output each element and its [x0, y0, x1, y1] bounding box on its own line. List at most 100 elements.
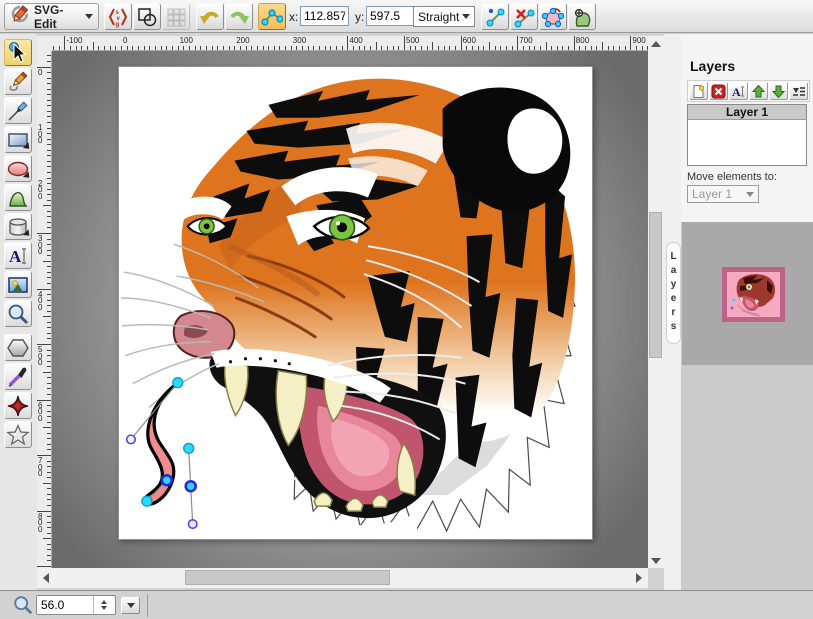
ruler-tick-label: 3 0 0 — [38, 236, 42, 256]
layer-up-button[interactable] — [749, 82, 768, 100]
move-target-select[interactable]: Layer 1 — [687, 185, 759, 203]
new-layer-icon — [691, 84, 706, 99]
delete-layer-button[interactable] — [709, 82, 728, 100]
segment-type-select[interactable]: Straight — [413, 6, 475, 27]
ruler-tick-label: 5 0 0 — [38, 347, 42, 367]
insert-node-button[interactable] — [481, 3, 509, 30]
add-subpath-icon — [571, 6, 593, 28]
tool-polygon[interactable] — [4, 334, 32, 361]
y-coordinate-label: y: — [355, 10, 364, 24]
svg-canvas[interactable] — [118, 66, 593, 540]
pencil-icon — [6, 70, 30, 94]
ruler-tick-label: 7 0 0 — [38, 458, 42, 478]
ruler-tick-label: 100 — [180, 36, 193, 45]
zoom-level-input[interactable] — [37, 596, 93, 614]
add-subpath-button[interactable] — [568, 3, 596, 30]
ruler-corner — [37, 36, 52, 51]
vertical-scrollbar[interactable] — [648, 36, 664, 568]
image-tool-icon — [6, 273, 30, 297]
y-coordinate-input[interactable] — [366, 6, 415, 26]
text-tool-icon: A — [6, 244, 30, 268]
ruler-tick-label: 2 0 0 — [38, 181, 42, 201]
horizontal-ruler: -10001002003004005006007008009001000 — [52, 36, 648, 51]
horizontal-scrollbar-thumb[interactable] — [185, 570, 390, 585]
line-tool-icon — [6, 99, 30, 123]
tool-shape-library[interactable] — [4, 213, 32, 240]
x-coordinate-input[interactable] — [300, 6, 349, 26]
insert-node-icon — [484, 6, 506, 28]
view-source-button[interactable]: s v g — [104, 3, 132, 30]
tool-line[interactable] — [4, 97, 32, 124]
layer-options-icon — [791, 84, 806, 99]
link-control-points-icon — [261, 6, 283, 28]
main-menu-label: SVG-Edit — [34, 3, 81, 31]
undo-button[interactable] — [196, 3, 224, 30]
tool-ornament[interactable] — [4, 392, 32, 419]
layer-down-button[interactable] — [769, 82, 788, 100]
tool-select[interactable] — [4, 39, 32, 66]
scroll-down-button[interactable] — [648, 553, 664, 568]
ruler-tick-label: 4 0 0 — [38, 292, 42, 312]
delete-layer-icon — [711, 84, 726, 99]
tool-ellipse[interactable] — [4, 155, 32, 182]
ruler-tick-label: 900 — [632, 36, 645, 45]
vertical-ruler: 01 0 02 0 03 0 04 0 05 0 06 0 07 0 08 0 … — [37, 51, 52, 568]
tools-panel: A — [0, 34, 37, 590]
delete-node-button[interactable] — [510, 3, 538, 30]
layer-down-icon — [771, 84, 786, 99]
new-layer-button[interactable] — [689, 82, 708, 100]
chevron-down-icon — [85, 14, 93, 19]
zoom-spinner[interactable] — [93, 596, 113, 614]
ruler-tick-label: 6 0 0 — [38, 403, 42, 423]
tool-pencil[interactable] — [4, 68, 32, 95]
layer-row-selected[interactable]: Layer 1 — [688, 105, 806, 120]
tool-image[interactable] — [4, 271, 32, 298]
wireframe-icon — [136, 6, 158, 28]
scroll-right-button[interactable] — [631, 570, 646, 586]
tool-path[interactable] — [4, 184, 32, 211]
main-menu-button[interactable]: SVG-Edit — [4, 3, 99, 30]
redo-button[interactable] — [225, 3, 253, 30]
horizontal-scrollbar[interactable] — [37, 568, 648, 588]
chevron-down-icon — [127, 603, 135, 608]
grid-button[interactable] — [162, 3, 190, 30]
ruler-tick-label: 400 — [349, 36, 362, 45]
ruler-tick-label: 8 0 0 — [38, 514, 42, 534]
scroll-up-button[interactable] — [648, 36, 664, 51]
layers-panel-title: Layers — [690, 58, 735, 74]
scroll-down-icon — [651, 558, 661, 564]
undo-icon — [199, 6, 221, 28]
vertical-scrollbar-thumb[interactable] — [649, 212, 662, 358]
zoom-preset-dropdown[interactable] — [121, 597, 140, 614]
ruler-tick-label: 800 — [576, 36, 589, 45]
ruler-tick-label: 1 0 0 — [38, 125, 42, 145]
layers-panel-handle[interactable]: Layers — [666, 242, 681, 344]
layer-thumbnail[interactable] — [722, 267, 785, 322]
open-subpath-button[interactable] — [539, 3, 567, 30]
ruler-tick-label: 300 — [293, 36, 306, 45]
scroll-left-button[interactable] — [38, 570, 53, 586]
tiger-artwork — [119, 67, 592, 539]
tool-rectangle[interactable] — [4, 126, 32, 153]
workarea[interactable] — [52, 51, 648, 568]
star-icon — [6, 423, 30, 447]
scroll-up-icon — [651, 41, 661, 47]
footer-divider — [147, 594, 148, 617]
x-coordinate-label: x: — [289, 10, 298, 24]
svgedit-logo-icon — [10, 4, 30, 29]
zoom-magnifier-icon — [12, 594, 34, 619]
rename-layer-button[interactable]: A — [729, 82, 748, 100]
segment-type-value: Straight — [418, 10, 459, 24]
move-elements-label: Move elements to: — [687, 171, 777, 183]
tool-star[interactable] — [4, 421, 32, 448]
link-control-points-toggle[interactable] — [258, 3, 286, 30]
tool-text[interactable]: A — [4, 242, 32, 269]
ornament-icon — [6, 394, 30, 418]
tool-zoom[interactable] — [4, 300, 32, 327]
layer-options-button[interactable] — [789, 82, 808, 100]
layer-list[interactable]: Layer 1 — [687, 104, 807, 166]
wireframe-button[interactable] — [133, 3, 161, 30]
scroll-right-icon — [636, 573, 642, 583]
tool-eyedropper[interactable] — [4, 363, 32, 390]
layer-preview-area — [682, 222, 813, 365]
